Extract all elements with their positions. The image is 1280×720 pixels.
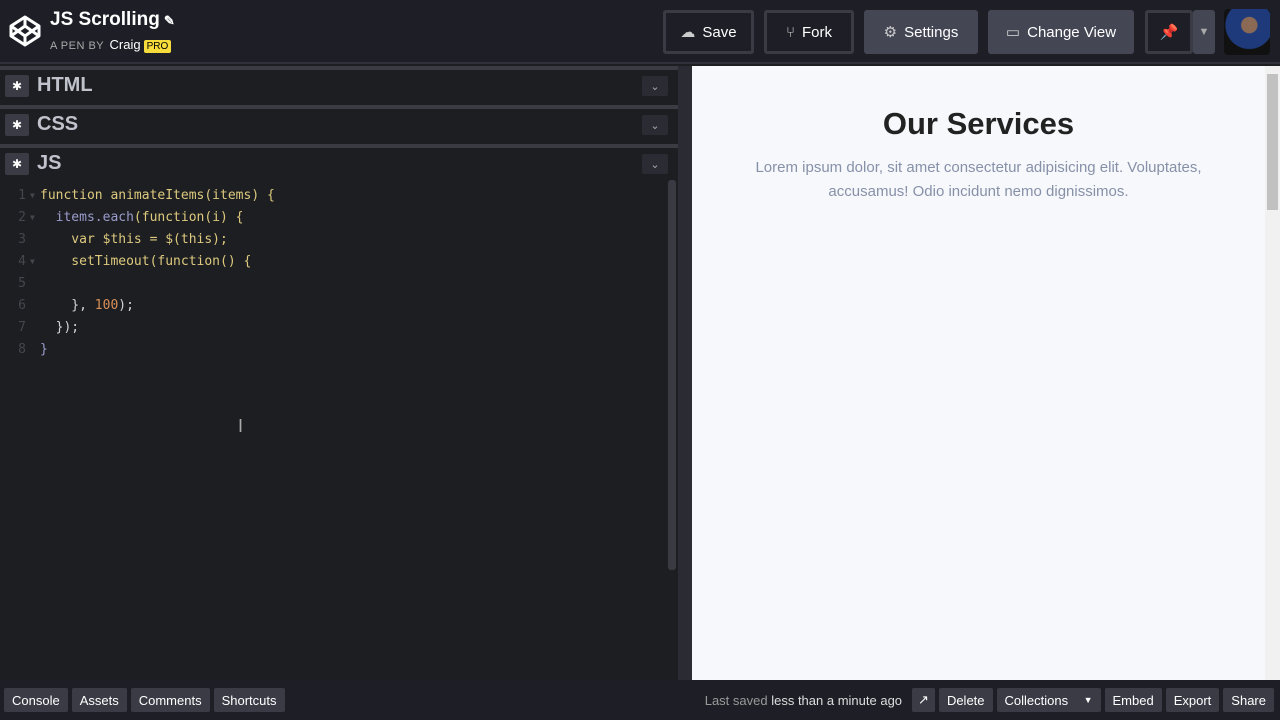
console-button[interactable]: Console <box>4 688 68 712</box>
fold-icon[interactable]: ▼ <box>30 252 40 274</box>
save-button[interactable]: ☁ Save <box>663 10 754 54</box>
css-section-header[interactable]: ✱ CSS ⌄ <box>0 105 678 140</box>
line-number: 7 <box>18 320 26 335</box>
window-icon: ▭ <box>1005 24 1021 41</box>
line-number: 1 <box>18 188 26 203</box>
change-view-label: Change View <box>1027 23 1117 41</box>
code-line: 3 var $this = $(this); <box>0 230 668 252</box>
header: JS Scrolling ✎ A PEN BY Craig PRO ☁ Save ⑂ F… <box>0 0 1280 64</box>
preview-heading: Our Services <box>882 106 1075 141</box>
code-line: 5 <box>0 274 668 296</box>
chevron-down-icon[interactable]: ⌄ <box>642 115 668 135</box>
settings-label: Settings <box>904 23 959 41</box>
collections-label: Collections <box>1004 692 1069 708</box>
chevron-down-icon: ▼ <box>1198 26 1210 38</box>
section-label: JS <box>37 152 62 174</box>
more-dropdown[interactable]: ▼ <box>1193 10 1215 54</box>
saved-time: less than a minute ago <box>771 692 903 708</box>
html-section-header[interactable]: ✱ HTML ⌄ <box>0 66 678 101</box>
fold-icon[interactable]: ▼ <box>30 186 40 208</box>
save-label: Save <box>702 23 737 41</box>
line-number: 2 <box>18 210 26 225</box>
chevron-down-icon[interactable]: ⌄ <box>642 154 668 174</box>
code-line: 1 ▼ function animateItems(items) { <box>0 186 668 208</box>
line-number: 3 <box>18 232 26 247</box>
delete-button[interactable]: Delete <box>938 688 993 712</box>
pen-author: A PEN BY Craig PRO <box>50 37 172 53</box>
pencil-icon[interactable]: ✎ <box>164 13 175 28</box>
external-link-icon[interactable]: ↗ <box>912 688 935 712</box>
line-number: 5 <box>18 276 26 291</box>
code-line: 7 }); <box>0 318 668 340</box>
embed-button[interactable]: Embed <box>1104 688 1162 712</box>
by-label: A PEN BY <box>50 40 104 52</box>
author-link[interactable]: Craig <box>110 37 141 52</box>
footer: Console Assets Comments Shortcuts Last s… <box>0 680 1280 720</box>
pin-button[interactable]: 📌 <box>1145 10 1193 54</box>
share-button[interactable]: Share <box>1223 688 1274 712</box>
fork-icon: ⑂ <box>785 23 795 41</box>
pro-badge: PRO <box>143 40 172 53</box>
pen-title-text: JS Scrolling <box>50 9 160 30</box>
last-saved-status: Last saved less than a minute ago <box>705 693 902 708</box>
comments-button[interactable]: Comments <box>130 688 210 712</box>
settings-button[interactable]: ⚙ Settings <box>864 10 978 54</box>
fork-label: Fork <box>802 23 832 41</box>
shortcuts-button[interactable]: Shortcuts <box>213 688 285 712</box>
scrollbar-thumb[interactable] <box>1267 74 1278 210</box>
js-code-editor[interactable]: 1 ▼ function animateItems(items) { 2 ▼ item… <box>0 186 668 362</box>
line-number: 8 <box>18 342 26 357</box>
gear-icon[interactable]: ✱ <box>5 113 29 136</box>
codepen-logo-icon[interactable] <box>9 15 41 47</box>
change-view-button[interactable]: ▭ Change View <box>988 10 1134 54</box>
code-line: 4 ▼ setTimeout(function() { <box>0 252 668 274</box>
preview-pane: Our Services Lorem ipsum dolor, sit amet… <box>692 66 1265 680</box>
gear-icon: ⚙ <box>883 24 898 41</box>
code-line: 8} <box>0 340 668 362</box>
editor-scrollbar[interactable] <box>668 180 676 570</box>
pen-title[interactable]: JS Scrolling ✎ <box>50 9 175 31</box>
assets-button[interactable]: Assets <box>71 688 127 712</box>
resize-handle[interactable] <box>678 66 692 680</box>
chevron-down-icon: ▼ <box>1083 695 1093 705</box>
gear-icon[interactable]: ✱ <box>5 74 29 97</box>
pin-icon: 📌 <box>1159 24 1179 41</box>
fork-button[interactable]: ⑂ Fork <box>764 10 854 54</box>
editor-panel: ✱ HTML ⌄ ✱ CSS ⌄ ✱ JS ⌄ 1 ▼ function animateItem… <box>0 66 678 680</box>
text-cursor-icon: I <box>238 416 244 436</box>
line-number: 6 <box>18 298 26 313</box>
section-label: CSS <box>37 113 79 135</box>
chevron-down-icon[interactable]: ⌄ <box>642 76 668 96</box>
fold-icon[interactable]: ▼ <box>30 208 40 230</box>
saved-prefix: Last saved <box>704 692 768 708</box>
code-line: 2 ▼ items.each (function(i) { <box>0 208 668 230</box>
preview-text: Lorem ipsum dolor, sit amet consectetur … <box>755 159 1202 200</box>
section-label: HTML <box>37 74 93 96</box>
line-number: 4 <box>18 254 26 269</box>
avatar[interactable] <box>1224 9 1270 55</box>
cloud-icon: ☁ <box>680 24 696 41</box>
export-button[interactable]: Export <box>1165 688 1220 712</box>
gear-icon[interactable]: ✱ <box>5 152 29 175</box>
js-section-header[interactable]: ✱ JS ⌄ <box>0 144 678 179</box>
code-line: 6 }, 100); <box>0 296 668 318</box>
preview-scrollbar[interactable] <box>1265 66 1280 680</box>
collections-dropdown[interactable]: Collections ▼ <box>996 688 1101 712</box>
